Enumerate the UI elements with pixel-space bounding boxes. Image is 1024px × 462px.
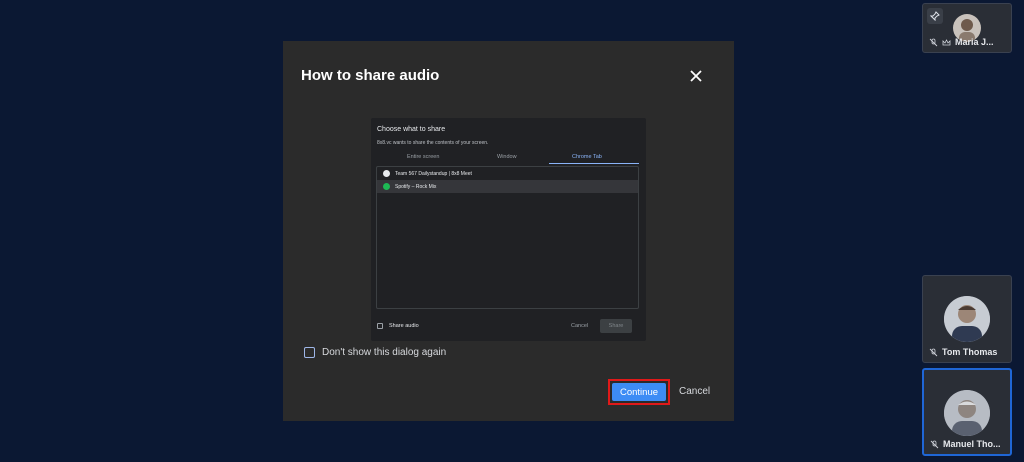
dont-show-again-label: Don't show this dialog again (322, 347, 447, 358)
spotify-icon (383, 183, 390, 190)
preview-tab-entire-screen: Entire screen (407, 154, 440, 160)
participant-name: Manuel Tho... (943, 439, 1001, 449)
preview-share-button: Share (600, 319, 632, 333)
preview-tab-window: Window (497, 154, 517, 160)
dont-show-again-row: Don't show this dialog again (304, 347, 446, 358)
share-audio-dialog: How to share audio Choose what to share … (283, 41, 734, 421)
cancel-button[interactable]: Cancel (679, 386, 710, 397)
participant-namebar: Tom Thomas (923, 345, 1011, 359)
continue-button[interactable]: Continue (612, 383, 666, 401)
preview-share-audio-checkbox (377, 323, 383, 329)
pin-icon[interactable] (927, 8, 943, 24)
preview-footer: Share audio Cancel Share (377, 319, 639, 333)
participant-name: Maria J... (955, 37, 994, 47)
close-icon[interactable] (689, 69, 703, 83)
crown-icon (942, 38, 951, 45)
mic-muted-icon (929, 348, 938, 356)
avatar (944, 296, 990, 342)
preview-cancel: Cancel (571, 323, 589, 329)
preview-list-item: Team 567 Dailystandup | 8x8 Meet (377, 167, 638, 180)
continue-highlight: Continue (608, 379, 670, 405)
preview-share-audio-label: Share audio (389, 323, 419, 329)
preview-title: Choose what to share (377, 126, 446, 133)
preview-tab-underline (549, 163, 639, 164)
participant-tile-tom[interactable]: Tom Thomas (922, 275, 1012, 363)
mic-muted-icon (930, 440, 939, 448)
participant-tile-maria[interactable]: Maria J... (922, 3, 1012, 53)
participant-tile-manuel[interactable]: Manuel Tho... (922, 368, 1012, 456)
preview-tabs: Entire screen Window Chrome Tab (377, 152, 639, 166)
mic-muted-icon (929, 38, 938, 46)
participant-name: Tom Thomas (942, 347, 998, 357)
preview-list-item: Spotify – Rock Mix (377, 180, 638, 193)
dont-show-again-checkbox[interactable] (304, 347, 315, 358)
avatar (944, 390, 990, 436)
preview-subtitle: 8x8.vc wants to share the contents of yo… (377, 140, 489, 146)
preview-tab-chrome-tab: Chrome Tab (572, 154, 602, 160)
preview-tab-list: Team 567 Dailystandup | 8x8 Meet Spotify… (376, 166, 639, 309)
dialog-title: How to share audio (301, 67, 440, 84)
participant-namebar: Manuel Tho... (924, 437, 1010, 451)
participant-namebar: Maria J... (923, 35, 1011, 49)
share-picker-preview: Choose what to share 8x8.vc wants to sha… (371, 118, 646, 341)
meet-tab-icon (383, 170, 390, 177)
